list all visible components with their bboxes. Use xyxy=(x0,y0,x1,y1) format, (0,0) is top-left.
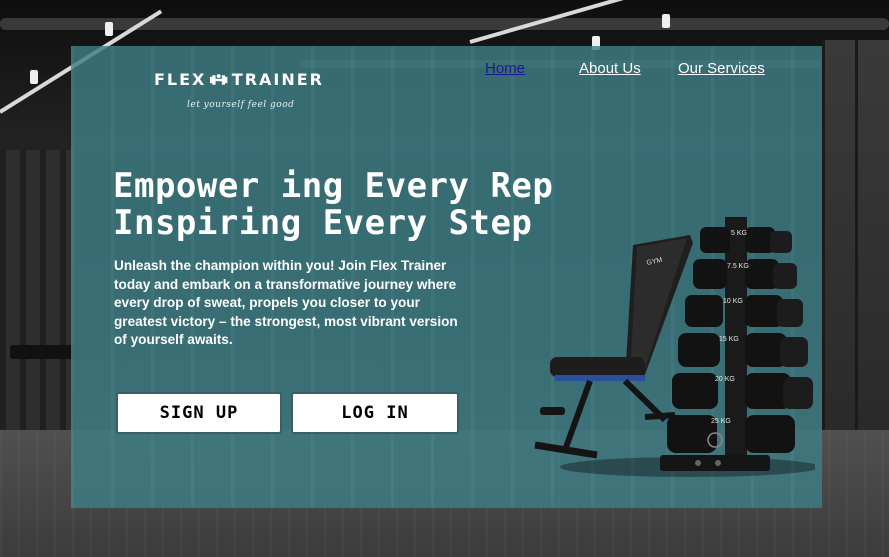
gym-equipment-image: GYM 5 KG 7.5 KG 10 KG 15 KG 20 KG 25 KG xyxy=(534,217,815,477)
hero-description: Unleash the champion within you! Join Fl… xyxy=(114,258,458,347)
brand-tagline: let yourself feel good xyxy=(187,100,295,110)
bench-seat xyxy=(550,357,645,377)
weight-label-20: 20 KG xyxy=(715,376,735,383)
login-button[interactable]: LOG IN xyxy=(291,392,459,434)
weight-label-10: 10 KG xyxy=(723,298,743,305)
weight-label-15: 15 KG xyxy=(719,336,739,343)
dumbbell-icon xyxy=(210,73,228,85)
brand-name-right: TRAINER xyxy=(231,70,324,89)
window xyxy=(822,40,889,430)
nav-about-link[interactable]: About Us xyxy=(579,60,659,77)
spotlight xyxy=(662,14,670,28)
bench xyxy=(10,345,75,359)
weight-rack xyxy=(0,150,75,430)
brand-name-left: FLEX xyxy=(154,70,207,89)
headline-line-2: Inspiring Every Step xyxy=(113,203,533,243)
headline-line-1: Empower ing Every Rep xyxy=(113,166,554,206)
weight-label-5: 5 KG xyxy=(731,230,747,237)
bench-trim xyxy=(555,375,645,381)
signup-button[interactable]: SIGN UP xyxy=(116,392,282,434)
brand-wordmark: FLEX TRAINER xyxy=(154,70,324,89)
weight-label-7-5: 7.5 KG xyxy=(727,263,749,270)
nav-services-link[interactable]: Our Services xyxy=(678,60,778,77)
weight-label-25: 25 KG xyxy=(711,418,731,425)
spotlight xyxy=(30,70,38,84)
nav-home-link[interactable]: Home xyxy=(485,60,545,77)
brand-logo[interactable]: FLEX TRAINER let yourself feel good xyxy=(154,70,324,120)
spotlight xyxy=(105,22,113,36)
hero-headline: Empower ing Every Rep Inspiring Every St… xyxy=(113,166,554,243)
